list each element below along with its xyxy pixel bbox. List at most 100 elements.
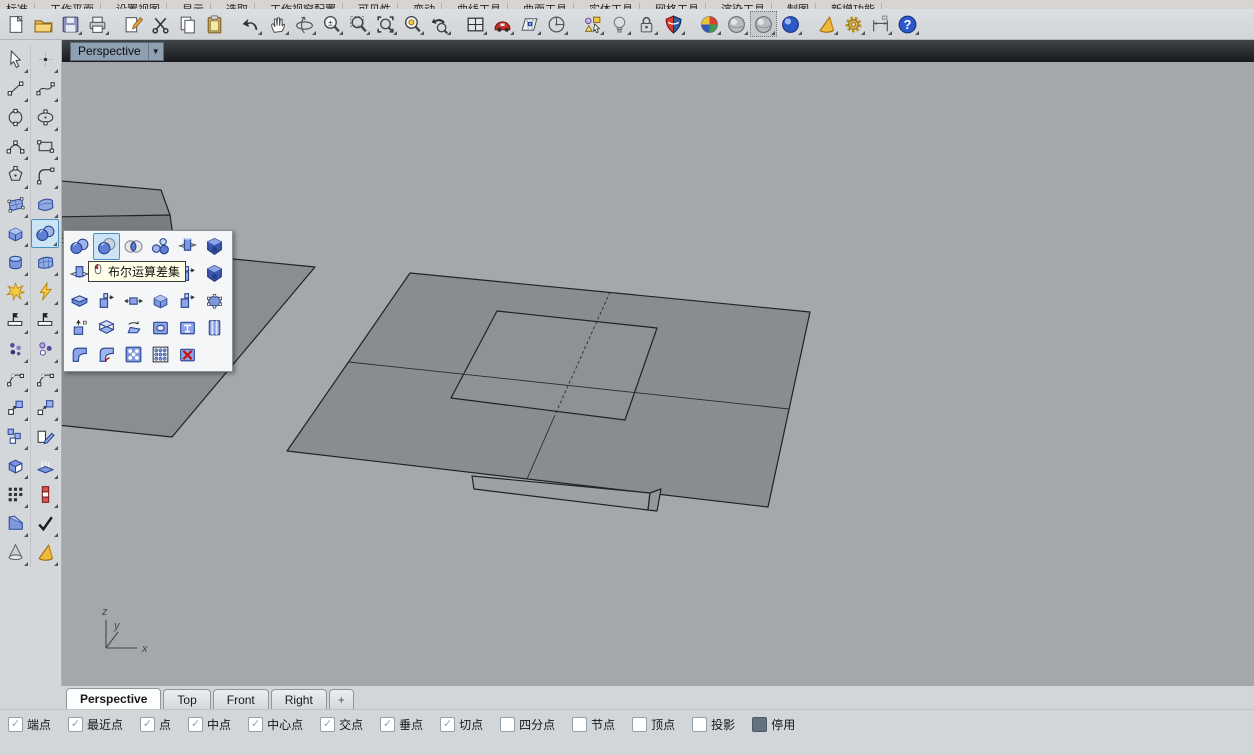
grid-points-icon[interactable] (1, 480, 29, 509)
viewport-tab-perspective[interactable]: Perspective (66, 688, 161, 710)
patch-surface-icon[interactable] (31, 190, 59, 219)
copy-array-icon[interactable] (1, 422, 29, 451)
extrude-both-sides-icon[interactable] (120, 287, 147, 314)
extract-surface-icon[interactable] (174, 233, 201, 260)
ellipse-tool-icon[interactable] (31, 103, 59, 132)
dimension-icon[interactable] (867, 11, 894, 37)
viewport-tab-right[interactable]: Right (271, 689, 327, 710)
osnap-checkbox[interactable]: ✓ (320, 717, 335, 732)
viewport-perspective[interactable]: Perspective ▼ zyx (62, 40, 1254, 686)
print-icon[interactable] (84, 11, 111, 37)
array-holes-grid-icon[interactable] (147, 341, 174, 368)
plane-edit-icon[interactable] (31, 422, 59, 451)
points-colored-icon[interactable] (31, 335, 59, 364)
osnap-checkbox[interactable] (692, 717, 707, 732)
osnap-交点[interactable]: ✓交点 (320, 716, 363, 733)
zoom-window-icon[interactable] (345, 11, 372, 37)
box-tool-icon[interactable] (1, 219, 29, 248)
osnap-四分点[interactable]: 四分点 (500, 716, 555, 733)
cut-icon[interactable] (147, 11, 174, 37)
arc-tool-icon[interactable] (1, 132, 29, 161)
plan-view-icon[interactable] (516, 11, 543, 37)
osnap-顶点[interactable]: 顶点 (632, 716, 675, 733)
toolbar-tab-strip[interactable]: 标准工作平面设置视图显示选取工作视窗配置可见性变动曲线工具曲面工具实体工具网格工… (0, 0, 1254, 9)
blend-edge-icon[interactable] (93, 341, 120, 368)
freeform-curve-icon[interactable] (31, 74, 59, 103)
fillet-curve-icon[interactable] (31, 161, 59, 190)
hide-objects-icon[interactable] (606, 11, 633, 37)
check-objects-icon[interactable] (31, 509, 59, 538)
osnap-checkbox[interactable]: ✓ (380, 717, 395, 732)
extrude-tapered-icon[interactable] (147, 287, 174, 314)
move-icon[interactable] (1, 393, 29, 422)
osnap-停用[interactable]: 停用 (752, 716, 795, 733)
array-holes-round-icon[interactable] (120, 341, 147, 368)
boolean-split-icon[interactable] (147, 233, 174, 260)
cage-edit-icon[interactable] (201, 287, 228, 314)
lock-objects-icon[interactable] (633, 11, 660, 37)
scene-canvas[interactable]: zyx (62, 62, 1254, 686)
curve-edit-icon[interactable] (1, 364, 29, 393)
copy-icon[interactable] (174, 11, 201, 37)
osnap-点[interactable]: ✓点 (140, 716, 171, 733)
network-surface-icon[interactable] (31, 248, 59, 277)
viewport-tab-top[interactable]: Top (163, 689, 210, 710)
paste-icon[interactable] (201, 11, 228, 37)
layer-manager-icon[interactable] (660, 11, 687, 37)
osnap-投影[interactable]: 投影 (692, 716, 735, 733)
chevron-down-icon[interactable]: ▼ (148, 43, 163, 60)
round-hole-icon[interactable] (147, 314, 174, 341)
extrude-normal-icon[interactable] (66, 314, 93, 341)
osnap-checkbox[interactable] (500, 717, 515, 732)
osnap-checkbox[interactable]: ✓ (8, 717, 23, 732)
pipe-icon[interactable] (31, 480, 59, 509)
pan-view-icon[interactable] (264, 11, 291, 37)
named-view-icon[interactable] (489, 11, 516, 37)
osnap-中心点[interactable]: ✓中心点 (248, 716, 303, 733)
render-icon[interactable] (813, 11, 840, 37)
wedge-icon[interactable] (1, 509, 29, 538)
select-objects-icon[interactable] (579, 11, 606, 37)
convert-to-solid-icon[interactable] (201, 260, 228, 287)
edit-properties-icon[interactable] (120, 11, 147, 37)
open-file-icon[interactable] (30, 11, 57, 37)
zoom-extents-icon[interactable] (372, 11, 399, 37)
osnap-端点[interactable]: ✓端点 (8, 716, 51, 733)
viewport-tab-front[interactable]: Front (213, 689, 269, 710)
boolean-union-icon[interactable] (66, 233, 93, 260)
zoom-selected-icon[interactable] (399, 11, 426, 37)
rendered-display-icon[interactable] (777, 11, 804, 37)
osnap-checkbox[interactable] (632, 717, 647, 732)
display-options-icon[interactable] (696, 11, 723, 37)
surface-3-4-points-icon[interactable] (1, 190, 29, 219)
osnap-节点[interactable]: 节点 (572, 716, 615, 733)
osnap-垂点[interactable]: ✓垂点 (380, 716, 423, 733)
shell-icon[interactable] (93, 314, 120, 341)
rotate-view-icon[interactable] (291, 11, 318, 37)
slab-icon[interactable] (66, 287, 93, 314)
shaded-display-icon[interactable] (750, 11, 777, 37)
place-hole-icon[interactable] (174, 314, 201, 341)
viewport-layout-icon[interactable] (462, 11, 489, 37)
revolve-icon[interactable] (120, 314, 147, 341)
help-icon[interactable]: ? (894, 11, 921, 37)
viewport-title-menu[interactable]: Perspective ▼ (70, 42, 164, 61)
annotate-icon[interactable] (31, 306, 59, 335)
osnap-checkbox[interactable]: ✓ (248, 717, 263, 732)
boolean-difference-icon[interactable] (93, 233, 120, 260)
osnap-checkbox[interactable]: ✓ (188, 717, 203, 732)
add-viewport-tab[interactable]: + (329, 689, 354, 710)
osnap-checkbox[interactable]: ✓ (68, 717, 83, 732)
osnap-checkbox[interactable] (572, 717, 587, 732)
select-pointer-icon[interactable] (1, 45, 29, 74)
solid-tools-sphere-icon[interactable] (31, 219, 59, 248)
osnap-checkbox[interactable]: ✓ (440, 717, 455, 732)
extrude-straight-icon[interactable] (93, 287, 120, 314)
zoom-dynamic-icon[interactable]: ± (318, 11, 345, 37)
save-file-icon[interactable] (57, 11, 84, 37)
render-cone-icon[interactable] (31, 538, 59, 567)
options-gear-icon[interactable] (840, 11, 867, 37)
cplane-icon[interactable] (543, 11, 570, 37)
emission-plane-icon[interactable] (31, 451, 59, 480)
osnap-切点[interactable]: ✓切点 (440, 716, 483, 733)
